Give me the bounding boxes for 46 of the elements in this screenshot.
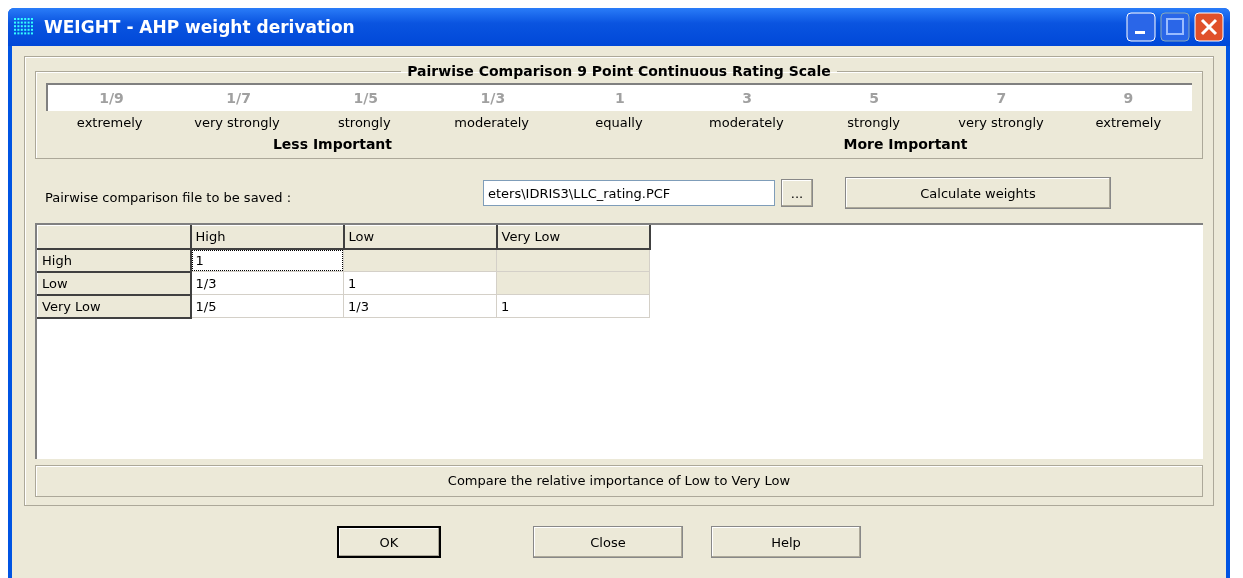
scale-label: strongly <box>337 115 392 130</box>
grid-dots-icon <box>14 18 34 36</box>
dialog-button[interactable]: Help <box>711 526 861 558</box>
column-header: Very Low <box>496 225 650 249</box>
grid-cell[interactable]: 1 <box>190 248 344 272</box>
dialog-button[interactable]: OK <box>337 526 441 558</box>
scale-label: moderately <box>453 115 530 130</box>
grid-cell[interactable]: 1 <box>343 271 497 295</box>
scale-value: 1 <box>614 90 626 106</box>
column-header: Low <box>343 225 497 249</box>
dialog-button[interactable]: Close <box>533 526 683 558</box>
scale-value: 1/7 <box>225 90 252 106</box>
scale-label: equally <box>594 115 644 130</box>
browse-button[interactable]: ... <box>781 179 813 207</box>
row-header: Very Low <box>37 294 191 318</box>
scale-label: extremely <box>75 115 144 130</box>
scale-value: 3 <box>741 90 753 106</box>
scale-label: very strongly <box>957 115 1045 130</box>
group-title: Pairwise Comparison 9 Point Continuous Rating Scale <box>406 63 832 79</box>
grid-cell[interactable]: 1/3 <box>343 294 497 318</box>
row-header: Low <box>37 271 191 295</box>
grid-cell[interactable]: 1 <box>496 294 650 318</box>
status-bar: Compare the relative importance of Low to Very Low <box>35 465 1203 497</box>
scale-value: 1/3 <box>479 90 507 106</box>
file-path-field[interactable]: eters\IDRIS3\LLC_rating.PCF <box>483 180 775 206</box>
window-title: WEIGHT - AHP weight derivation <box>44 17 356 37</box>
scale-value: 1/9 <box>98 90 125 106</box>
scale-label: moderately <box>708 115 785 130</box>
scale-label: extremely <box>1094 115 1163 130</box>
scale-value: 9 <box>1122 90 1135 106</box>
column-header: High <box>190 225 344 249</box>
file-label: Pairwise comparison file to be saved : <box>45 188 293 205</box>
scale-value: 1/5 <box>352 90 380 106</box>
scale-label: strongly <box>846 115 901 130</box>
scale-value: 5 <box>868 90 881 106</box>
scale-caption: Less Important <box>271 136 394 152</box>
calculate-weights-button[interactable]: Calculate weights <box>845 177 1111 209</box>
maximize-button[interactable] <box>1160 12 1190 42</box>
grid-cell[interactable]: 1/5 <box>190 294 344 318</box>
close-button[interactable] <box>1194 12 1224 42</box>
row-header: High <box>37 248 191 272</box>
scale-label: very strongly <box>193 115 281 130</box>
minimize-button[interactable] <box>1126 12 1156 42</box>
grid-cell[interactable]: 1/3 <box>190 271 344 295</box>
scale-value: 7 <box>995 90 1008 106</box>
scale-caption: More Important <box>842 136 969 152</box>
